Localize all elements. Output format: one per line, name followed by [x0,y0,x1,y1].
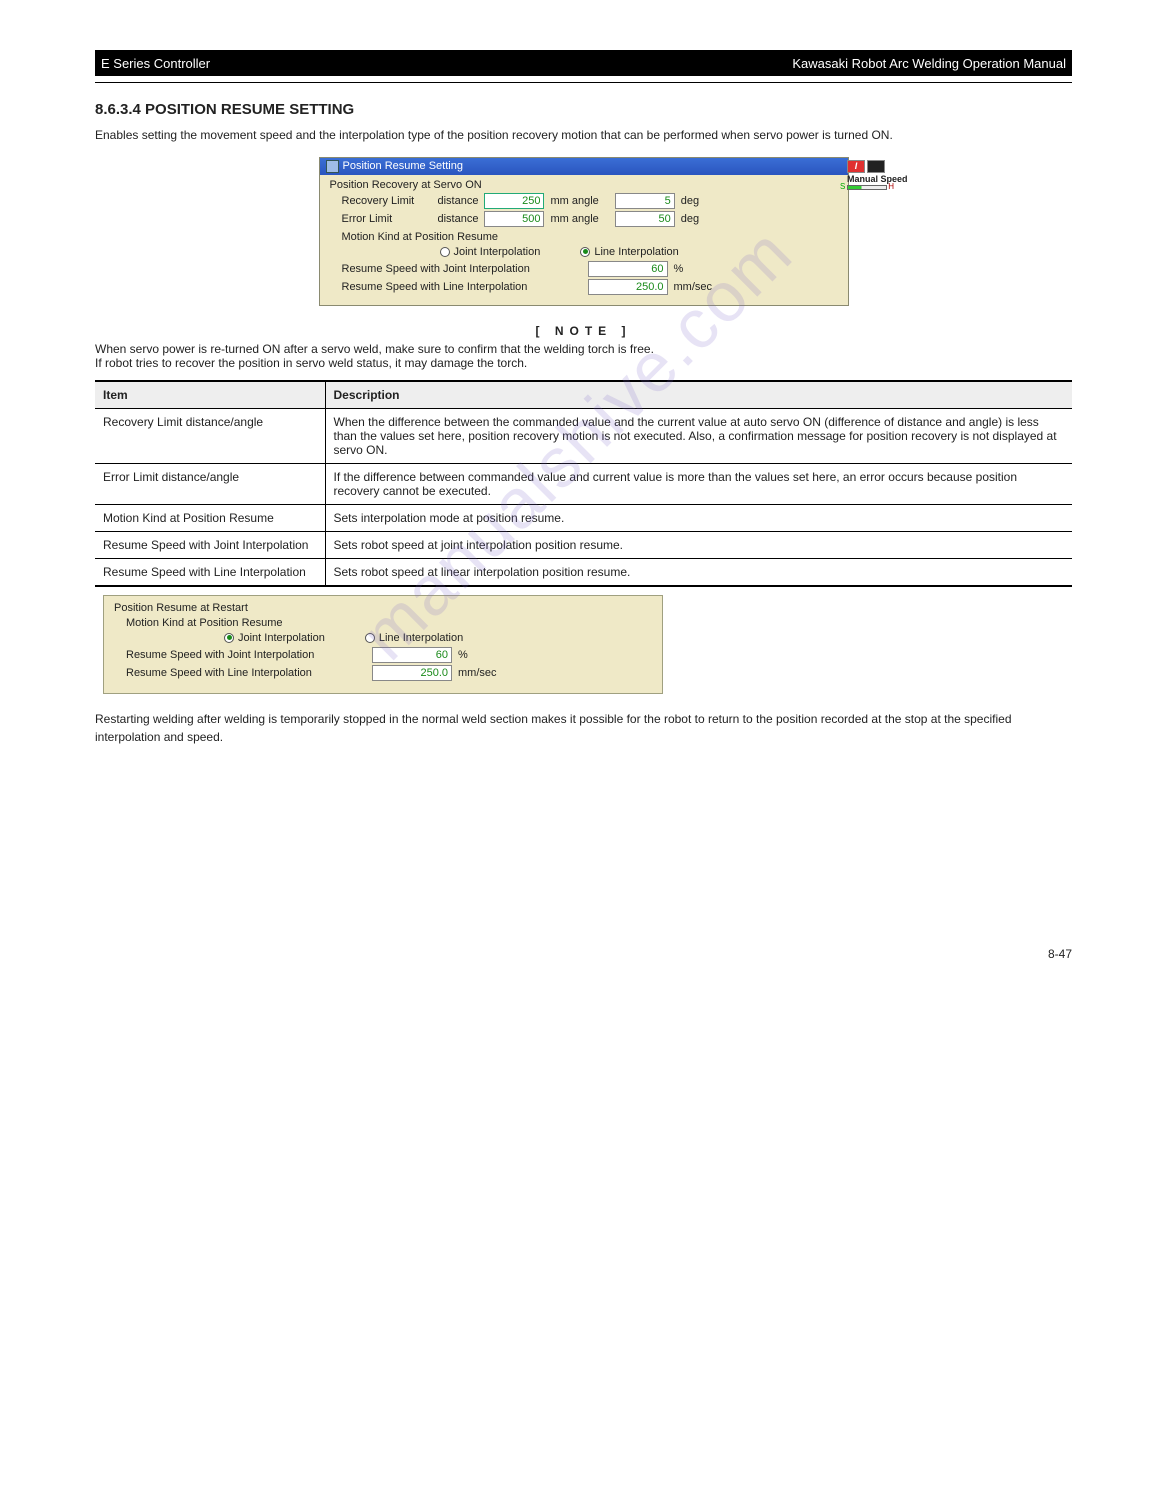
table-header-item: Item [95,381,325,409]
radio-line[interactable]: Line Interpolation [580,246,678,258]
unit-deg-2: deg [681,213,699,225]
resume-line-input[interactable] [588,279,668,295]
unit-mm-angle-2: mm angle [550,213,598,225]
cell-desc: Sets interpolation mode at position resu… [325,504,1072,531]
panel2-radio-line-label: Line Interpolation [379,632,463,644]
badge-label: Manual Speed [847,174,908,184]
cell-item: Resume Speed with Line Interpolation [95,558,325,586]
note-block: [ NOTE ] When servo power is re-turned O… [95,324,1072,370]
panel2-radio-line[interactable]: Line Interpolation [365,632,463,644]
manual-speed-badge: I Manual Speed S H [847,160,908,190]
section-number: 8.6.3.4 POSITION RESUME SETTING [95,101,1072,118]
unit-deg-1: deg [681,195,699,207]
window-icon [326,160,339,173]
speed-bar: S H [847,185,887,190]
badge-h: H [888,182,894,191]
table-row: Error Limit distance/angle If the differ… [95,463,1072,504]
header-left: E Series Controller [101,56,210,71]
distance-label: distance [438,195,479,207]
resume-line-label: Resume Speed with Line Interpolation [342,281,582,293]
recovery-angle-input[interactable] [615,193,675,209]
resume-joint-label: Resume Speed with Joint Interpolation [342,263,582,275]
motion-kind-label: Motion Kind at Position Resume [342,231,838,243]
radio-line-dot [580,247,590,257]
error-limit-label: Error Limit [342,213,432,225]
panel2-motion-kind-label: Motion Kind at Position Resume [126,617,652,629]
header-right: Kawasaki Robot Arc Welding Operation Man… [792,56,1066,71]
panel2-unit-percent: % [458,649,468,661]
table-row: Motion Kind at Position Resume Sets inte… [95,504,1072,531]
radio-joint[interactable]: Joint Interpolation [440,246,541,258]
badge-dark-icon [867,160,885,173]
cell-item: Recovery Limit distance/angle [95,408,325,463]
unit-mmsec: mm/sec [674,281,713,293]
recovery-distance-input[interactable] [484,193,544,209]
unit-mm-angle-1: mm angle [550,195,598,207]
header-rule [95,82,1072,83]
recovery-limit-label: Recovery Limit [342,195,432,207]
cell-item: Motion Kind at Position Resume [95,504,325,531]
cell-desc: Sets robot speed at linear interpolation… [325,558,1072,586]
cell-item: Error Limit distance/angle [95,463,325,504]
resume-joint-input[interactable] [588,261,668,277]
badge-i-icon: I [847,160,865,173]
distance-label-2: distance [438,213,479,225]
position-resume-window: I Manual Speed S H Position Resume Setti… [319,157,849,306]
position-resume-restart-panel: Position Resume at Restart Motion Kind a… [103,595,663,694]
panel2-resume-line-input[interactable] [372,665,452,681]
unit-percent: % [674,263,684,275]
panel2-resume-joint-input[interactable] [372,647,452,663]
window-titlebar: Position Resume Setting [320,158,848,175]
panel2-radio-joint[interactable]: Joint Interpolation [224,632,325,644]
window-title-text: Position Resume Setting [343,160,463,172]
note-text-1: When servo power is re-turned ON after a… [95,342,1072,356]
badge-s: S [840,182,845,191]
table-header-desc: Description [325,381,1072,409]
panel2-resume-joint-label: Resume Speed with Joint Interpolation [126,649,366,661]
config-table: Item Description Recovery Limit distance… [95,380,1072,587]
radio-joint-dot [440,247,450,257]
intro-text: Enables setting the movement speed and t… [95,126,1072,145]
note-label: [ NOTE ] [536,324,632,338]
radio-line-label: Line Interpolation [594,246,678,258]
page-footer: 8-47 [95,947,1072,961]
header-bar: E Series Controller Kawasaki Robot Arc W… [95,50,1072,76]
error-distance-input[interactable] [484,211,544,227]
after-panel2-text: Restarting welding after welding is temp… [95,710,1072,747]
table-row: Recovery Limit distance/angle When the d… [95,408,1072,463]
panel2-resume-line-label: Resume Speed with Line Interpolation [126,667,366,679]
cell-desc: When the difference between the commande… [325,408,1072,463]
table-row: Resume Speed with Line Interpolation Set… [95,558,1072,586]
panel2-radio-joint-label: Joint Interpolation [238,632,325,644]
heading-recovery: Position Recovery at Servo ON [330,179,838,191]
radio-joint-label: Joint Interpolation [454,246,541,258]
panel2-radio-joint-dot [224,633,234,643]
table-row: Resume Speed with Joint Interpolation Se… [95,531,1072,558]
cell-item: Resume Speed with Joint Interpolation [95,531,325,558]
cell-desc: Sets robot speed at joint interpolation … [325,531,1072,558]
panel2-unit-mmsec: mm/sec [458,667,497,679]
cell-desc: If the difference between commanded valu… [325,463,1072,504]
panel2-radio-line-dot [365,633,375,643]
error-angle-input[interactable] [615,211,675,227]
note-text-2: If robot tries to recover the position i… [95,356,1072,370]
panel2-heading: Position Resume at Restart [114,602,652,614]
